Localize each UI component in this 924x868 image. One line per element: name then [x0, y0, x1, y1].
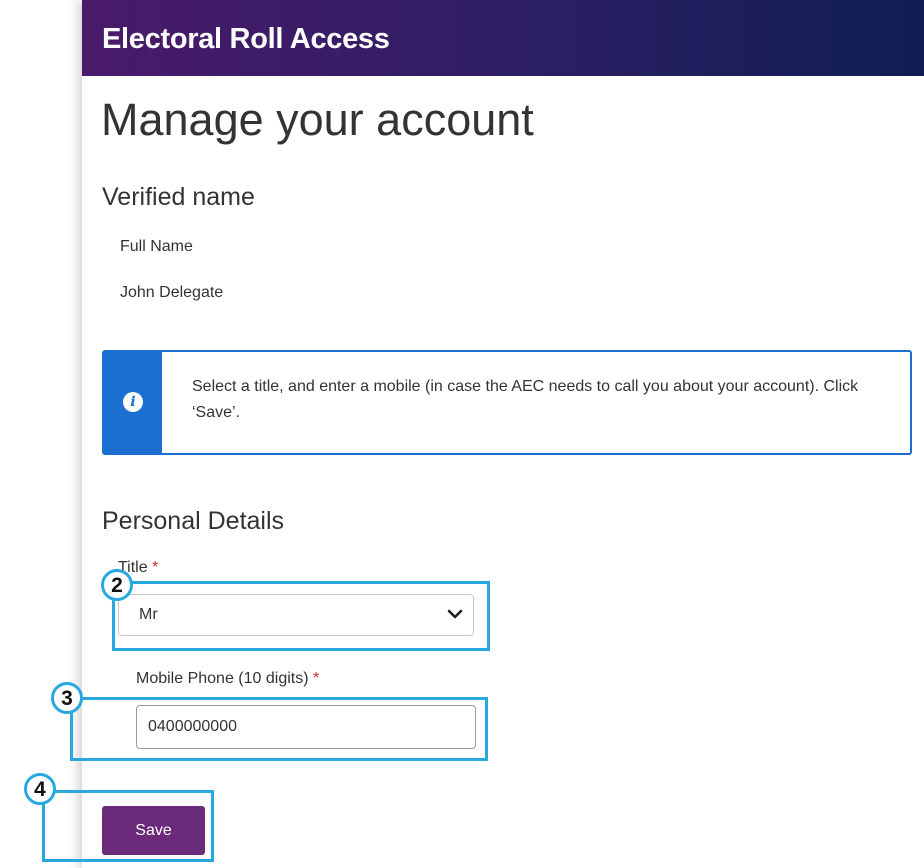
mobile-phone-input[interactable] — [136, 705, 476, 749]
page-title: Manage your account — [101, 94, 534, 145]
mobile-field-label: Mobile Phone (10 digits) * — [136, 670, 319, 688]
required-marker: * — [313, 670, 320, 687]
full-name-value: John Delegate — [120, 284, 224, 301]
personal-details-heading: Personal Details — [102, 507, 285, 535]
chevron-down-icon — [447, 609, 463, 619]
app-header: Electoral Roll Access — [82, 0, 924, 76]
callout-badge-4: 4 — [24, 773, 56, 805]
verified-name-heading: Verified name — [102, 183, 255, 211]
info-message: Select a title, and enter a mobile (in c… — [192, 378, 859, 421]
info-stripe: i — [104, 352, 162, 453]
required-marker: * — [152, 559, 159, 576]
app-title: Electoral Roll Access — [102, 23, 390, 55]
callout-badge-2: 2 — [101, 569, 133, 601]
save-button[interactable]: Save — [102, 806, 205, 855]
title-select[interactable]: Mr — [118, 594, 474, 636]
full-name-label: Full Name — [120, 238, 193, 255]
info-box: i Select a title, and enter a mobile (in… — [102, 350, 912, 455]
callout-badge-3: 3 — [51, 682, 83, 714]
mobile-label-text: Mobile Phone (10 digits) — [136, 670, 309, 687]
info-icon: i — [123, 392, 143, 412]
title-select-value: Mr — [139, 606, 158, 623]
account-page: Electoral Roll Access Manage your accoun… — [82, 0, 924, 868]
